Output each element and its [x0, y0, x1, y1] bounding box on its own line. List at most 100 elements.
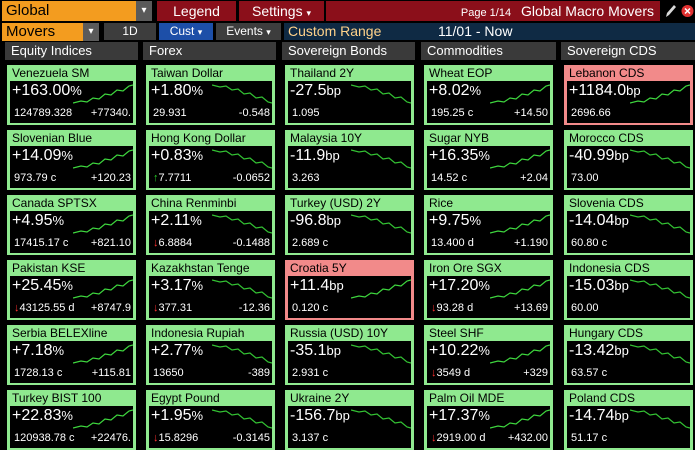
market-tile[interactable]: Malaysia 10Y -11.9bp 3.263 — [285, 130, 414, 190]
tile-net-change: +2.04 — [520, 172, 548, 184]
settings-button[interactable]: Settings ▾ — [239, 1, 324, 21]
market-tile[interactable]: Sugar NYB +16.35% 14.52 c +2.04 — [424, 130, 553, 190]
tile-name: Turkey (USD) 2Y — [290, 196, 381, 210]
tile-change-unit: % — [61, 148, 73, 163]
market-tile[interactable]: Hungary CDS -13.42bp 63.57 c — [564, 325, 693, 385]
tile-net-change: +329 — [523, 367, 548, 379]
tile-change: +1.95% — [151, 407, 203, 425]
tile-price: ↓6.8884 — [153, 236, 192, 250]
market-tile[interactable]: Croatia 5Y +11.4bp 0.120 c — [285, 260, 414, 320]
column-header-equity[interactable]: Equity Indices — [5, 42, 138, 60]
tile-change: -35.1bp — [290, 342, 341, 360]
column-header-forex[interactable]: Forex — [143, 42, 276, 60]
market-tile[interactable]: Indonesia CDS -15.03bp 60.00 — [564, 260, 693, 320]
tile-name: Slovenia CDS — [569, 196, 644, 210]
market-tile[interactable]: Wheat EOP +8.02% 195.25 c +14.50 — [424, 65, 553, 125]
market-tile[interactable]: Egypt Pound +1.95% ↓15.8296 -0.3145 — [146, 390, 275, 450]
market-tile[interactable]: Ukraine 2Y -156.7bp 3.137 c — [285, 390, 414, 450]
mode-select[interactable]: Movers ▾ — [2, 23, 99, 41]
tile-body: +1.95% ↓15.8296 -0.3145 — [149, 406, 272, 448]
tile-body: -11.9bp 3.263 — [288, 146, 411, 188]
market-tile[interactable]: Iron Ore SGX +17.20% ↓93.28 d +13.69 — [424, 260, 553, 320]
legend-label: Legend — [173, 3, 220, 19]
market-tile[interactable]: Taiwan Dollar +1.80% 29.931 -0.548 — [146, 65, 275, 125]
tile-name: China Renminbi — [151, 196, 237, 210]
tile-price-value: 60.00 — [571, 302, 599, 314]
settings-label: Settings — [251, 3, 303, 19]
chevron-down-icon[interactable]: ▾ — [136, 1, 152, 21]
tile-price: 0.120 c — [292, 301, 328, 315]
tile-change-value: -13.42 — [569, 342, 615, 359]
view-select[interactable]: Global ▾ — [2, 1, 152, 21]
tile-change-unit: % — [478, 148, 490, 163]
market-tile[interactable]: Palm Oil MDE +17.37% ↓2919.00 d +432.00 — [424, 390, 553, 450]
tile-price-value: 1.095 — [292, 107, 320, 119]
tile-name: Kazakhstan Tenge — [151, 261, 250, 275]
market-tile[interactable]: Morocco CDS -40.99bp 73.00 — [564, 130, 693, 190]
column-header-label: Sovereign Bonds — [288, 43, 388, 58]
tile-name: Palm Oil MDE — [429, 391, 505, 405]
tile-price: 73.00 — [571, 171, 599, 185]
custom-range-label: Custom Range — [288, 23, 382, 39]
tile-price-value: 3.137 c — [292, 432, 329, 444]
column-header-commodities[interactable]: Commodities — [421, 42, 556, 60]
sparkline-path — [212, 409, 272, 429]
tile-name: Serbia BELEXline — [12, 326, 108, 340]
market-tile[interactable]: Hong Kong Dollar +0.83% ↑7.7711 -0.0652 — [146, 130, 275, 190]
period-button[interactable]: 1D — [104, 23, 156, 40]
date-range-value: 11/01 - Now — [438, 23, 513, 39]
market-tile[interactable]: Turkey BIST 100 +22.83% 120938.78 c +22476. — [7, 390, 136, 450]
tile-name: Russia (USD) 10Y — [290, 326, 389, 340]
cust-button[interactable]: Cust ▾ — [159, 23, 213, 40]
tile-change-unit: % — [478, 278, 490, 293]
market-tile[interactable]: Russia (USD) 10Y -35.1bp 2.931 c — [285, 325, 414, 385]
sparkline-path — [351, 409, 411, 429]
market-tile[interactable]: Serbia BELEXline +7.18% 1728.13 c +115.81 — [7, 325, 136, 385]
market-tile[interactable]: Steel SHF +10.22% ↓3549 d +329 — [424, 325, 553, 385]
market-tile[interactable]: Venezuela SM +163.00% 124789.328 +77340. — [7, 65, 136, 125]
sparkline-path — [630, 84, 690, 104]
close-icon[interactable] — [680, 2, 695, 20]
tile-body: -35.1bp 2.931 c — [288, 341, 411, 383]
tile-body: +163.00% 124789.328 +77340. — [10, 81, 133, 123]
market-tile[interactable]: Pakistan KSE +25.45% ↓43125.55 d +8747.9 — [7, 260, 136, 320]
market-tile[interactable]: Slovenia CDS -14.04bp 60.80 c — [564, 195, 693, 255]
tile-net-change: +14.50 — [514, 107, 548, 119]
tile-price: 63.57 c — [571, 366, 607, 380]
legend-button[interactable]: Legend — [157, 1, 236, 21]
view-select-value: Global — [6, 2, 50, 19]
pencil-icon[interactable] — [663, 2, 678, 20]
market-tile[interactable]: Canada SPTSX +4.95% 17415.17 c +821.10 — [7, 195, 136, 255]
market-tile[interactable]: Turkey (USD) 2Y -96.8bp 2.689 c — [285, 195, 414, 255]
tile-change: +2.11% — [151, 212, 202, 230]
tile-name: Canada SPTSX — [12, 196, 97, 210]
tile-body: +17.20% ↓93.28 d +13.69 — [427, 276, 550, 318]
tile-change-value: +17.37 — [429, 407, 479, 424]
tile-name: Hungary CDS — [569, 326, 644, 340]
tile-price-value: 13.400 d — [431, 237, 474, 249]
date-range-bar[interactable]: Custom Range 11/01 - Now — [284, 23, 695, 40]
tile-price-value: 63.57 c — [571, 367, 608, 379]
market-tile[interactable]: Lebanon CDS +1184.0bp 2696.66 — [564, 65, 693, 125]
tile-price: 17415.17 c — [14, 236, 68, 250]
events-button[interactable]: Events ▾ — [216, 23, 281, 40]
market-tile[interactable]: Kazakhstan Tenge +3.17% ↓377.31 -12.36 — [146, 260, 275, 320]
market-tile[interactable]: Indonesia Rupiah +2.77% 13650 -389 — [146, 325, 275, 385]
tile-price: 1.095 — [292, 106, 320, 120]
market-tile[interactable]: Poland CDS -14.74bp 51.17 c — [564, 390, 693, 450]
market-tile[interactable]: Slovenian Blue +14.09% 973.79 c +120.23 — [7, 130, 136, 190]
tile-net-change: +821.10 — [90, 237, 131, 249]
market-tile[interactable]: China Renminbi +2.11% ↓6.8884 -0.1488 — [146, 195, 275, 255]
chevron-down-icon[interactable]: ▾ — [83, 23, 99, 41]
column-header-cds[interactable]: Sovereign CDS — [561, 42, 695, 60]
sparkline-path — [212, 344, 272, 364]
sparkline — [351, 214, 411, 234]
market-tile[interactable]: Rice +9.75% 13.400 d +1.190 — [424, 195, 553, 255]
tile-change: -14.04bp — [569, 212, 629, 230]
column-header-bonds[interactable]: Sovereign Bonds — [282, 42, 415, 60]
tile-change-value: +1.80 — [151, 82, 192, 99]
tile-price: ↓2919.00 d — [431, 431, 485, 445]
sparkline-path — [630, 279, 690, 299]
tile-net-change: -0.0652 — [232, 172, 270, 184]
market-tile[interactable]: Thailand 2Y -27.5bp 1.095 — [285, 65, 414, 125]
